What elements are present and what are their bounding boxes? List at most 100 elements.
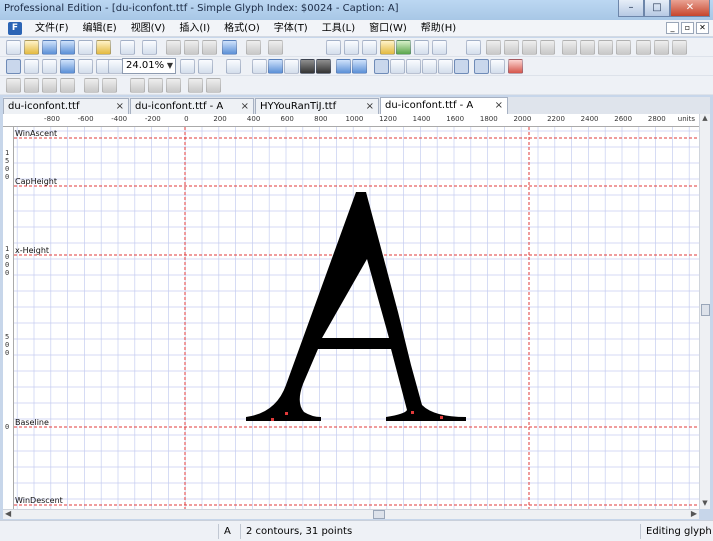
hint-icon[interactable]: [188, 78, 203, 93]
remove-overlap-icon[interactable]: [60, 78, 75, 93]
history-icon[interactable]: [268, 40, 283, 55]
tab-glyph-a-active[interactable]: du-iconfont.ttf - A ×: [380, 97, 508, 114]
undo-icon[interactable]: [222, 40, 237, 55]
snap-grid-icon[interactable]: [390, 59, 405, 74]
scroll-left-icon[interactable]: ◀: [5, 509, 11, 518]
glyph-outline[interactable]: [14, 127, 699, 509]
tab-font-window[interactable]: du-iconfont.ttf ×: [3, 98, 129, 114]
zoom-selection-icon[interactable]: [198, 59, 213, 74]
metrics-icon[interactable]: [362, 40, 377, 55]
menu-view[interactable]: 视图(V): [124, 20, 173, 37]
open-folder-icon[interactable]: [24, 40, 39, 55]
glyph-properties-icon[interactable]: [326, 40, 341, 55]
close-button[interactable]: ✕: [670, 0, 710, 17]
hint-options-icon[interactable]: [206, 78, 221, 93]
find-icon[interactable]: [142, 40, 157, 55]
layer-copy-icon[interactable]: [654, 40, 669, 55]
show-template-icon[interactable]: [474, 59, 489, 74]
font-window-icon[interactable]: [466, 40, 481, 55]
ruler-horizontal[interactable]: units -800 -600 -400 -200 0 200 400 600 800 1000 1…: [3, 114, 699, 127]
preview-icon[interactable]: [414, 40, 429, 55]
show-background-icon[interactable]: [490, 59, 505, 74]
fit-window-icon[interactable]: [180, 59, 195, 74]
font-info-icon[interactable]: [78, 40, 93, 55]
save-all-icon[interactable]: [60, 40, 75, 55]
glyph-point[interactable]: [440, 416, 443, 419]
paste-icon[interactable]: [202, 40, 217, 55]
zoom-out-icon[interactable]: [108, 59, 123, 74]
align-left-icon[interactable]: [562, 40, 577, 55]
tab-hyyouran-font[interactable]: HYYouRanTiJ.ttf ×: [255, 98, 379, 114]
glyph-point[interactable]: [271, 418, 274, 421]
zoom-select[interactable]: 24.01% ▼: [122, 58, 176, 74]
import-icon[interactable]: [96, 40, 111, 55]
brush-icon[interactable]: [268, 59, 283, 74]
validate-check-icon[interactable]: [396, 40, 411, 55]
menu-help[interactable]: 帮助(H): [414, 20, 463, 37]
distribute-points-icon[interactable]: [148, 78, 163, 93]
contour-start-icon[interactable]: [24, 78, 39, 93]
fill-glyph-icon[interactable]: [454, 59, 469, 74]
scroll-up-icon[interactable]: ▲: [700, 114, 710, 124]
menu-window[interactable]: 窗口(W): [362, 20, 414, 37]
align-right-icon[interactable]: [598, 40, 613, 55]
horizontal-scroll-thumb[interactable]: [373, 510, 385, 519]
glyph-editor[interactable]: units -800 -600 -400 -200 0 200 400 600 800 1000 1…: [3, 114, 699, 509]
show-errors-icon[interactable]: [508, 59, 523, 74]
measure-tool-icon[interactable]: [78, 59, 93, 74]
glyph-import-icon[interactable]: [522, 40, 537, 55]
app-icon[interactable]: F: [8, 21, 22, 35]
scroll-down-icon[interactable]: ▼: [700, 499, 710, 509]
simplify-icon[interactable]: [166, 78, 181, 93]
tab-close-icon[interactable]: ×: [116, 99, 124, 114]
pencil-icon[interactable]: [284, 59, 299, 74]
cut-icon[interactable]: [166, 40, 181, 55]
show-grid-icon[interactable]: [374, 59, 389, 74]
contour-direction-icon[interactable]: [6, 78, 21, 93]
rectangle-icon[interactable]: [300, 59, 315, 74]
round-coordinates-icon[interactable]: [102, 78, 117, 93]
tab-glyph-a[interactable]: du-iconfont.ttf - A ×: [130, 98, 254, 114]
doc-minimize-button[interactable]: _: [666, 22, 679, 34]
align-points-icon[interactable]: [130, 78, 145, 93]
menu-tools[interactable]: 工具(L): [315, 20, 362, 37]
tab-close-icon[interactable]: ×: [495, 98, 503, 113]
knife-tool-icon[interactable]: [42, 59, 57, 74]
doc-restore-button[interactable]: ▫: [681, 22, 694, 34]
save-icon[interactable]: [42, 40, 57, 55]
new-file-icon[interactable]: [6, 40, 21, 55]
menu-font[interactable]: 字体(T): [267, 20, 315, 37]
glyph-point[interactable]: [411, 411, 414, 414]
flip-vertical-icon[interactable]: [352, 59, 367, 74]
copy-icon[interactable]: [184, 40, 199, 55]
glyph-settings-icon[interactable]: [540, 40, 555, 55]
maximize-button[interactable]: □: [644, 0, 670, 17]
glyph-link-icon[interactable]: [504, 40, 519, 55]
menu-edit[interactable]: 编辑(E): [76, 20, 124, 37]
show-metrics-icon[interactable]: [438, 59, 453, 74]
edit-glyph-icon[interactable]: [486, 40, 501, 55]
print-icon[interactable]: [120, 40, 135, 55]
minimize-button[interactable]: –: [618, 0, 644, 17]
horizontal-scrollbar[interactable]: ◀ ▶: [3, 509, 699, 519]
ellipse-icon[interactable]: [316, 59, 331, 74]
transform-icon[interactable]: [226, 59, 241, 74]
doc-close-button[interactable]: ✕: [696, 22, 709, 34]
show-points-icon[interactable]: [422, 59, 437, 74]
flip-horizontal-icon[interactable]: [336, 59, 351, 74]
pointer-tool-icon[interactable]: [6, 59, 21, 74]
tab-close-icon[interactable]: ×: [241, 99, 249, 114]
scroll-right-icon[interactable]: ▶: [691, 509, 697, 518]
tab-close-icon[interactable]: ×: [366, 99, 374, 114]
show-guides-icon[interactable]: [406, 59, 421, 74]
vertical-scrollbar[interactable]: ▲ ▼: [699, 114, 710, 509]
pen-tool-icon[interactable]: [60, 59, 75, 74]
menu-insert[interactable]: 插入(I): [172, 20, 217, 37]
menu-file[interactable]: 文件(F): [28, 20, 76, 37]
check-glyph-icon[interactable]: [344, 40, 359, 55]
menu-format[interactable]: 格式(O): [217, 20, 267, 37]
generate-icon[interactable]: [380, 40, 395, 55]
help-pointer-icon[interactable]: [432, 40, 447, 55]
merge-contours-icon[interactable]: [42, 78, 57, 93]
align-justify-icon[interactable]: [616, 40, 631, 55]
